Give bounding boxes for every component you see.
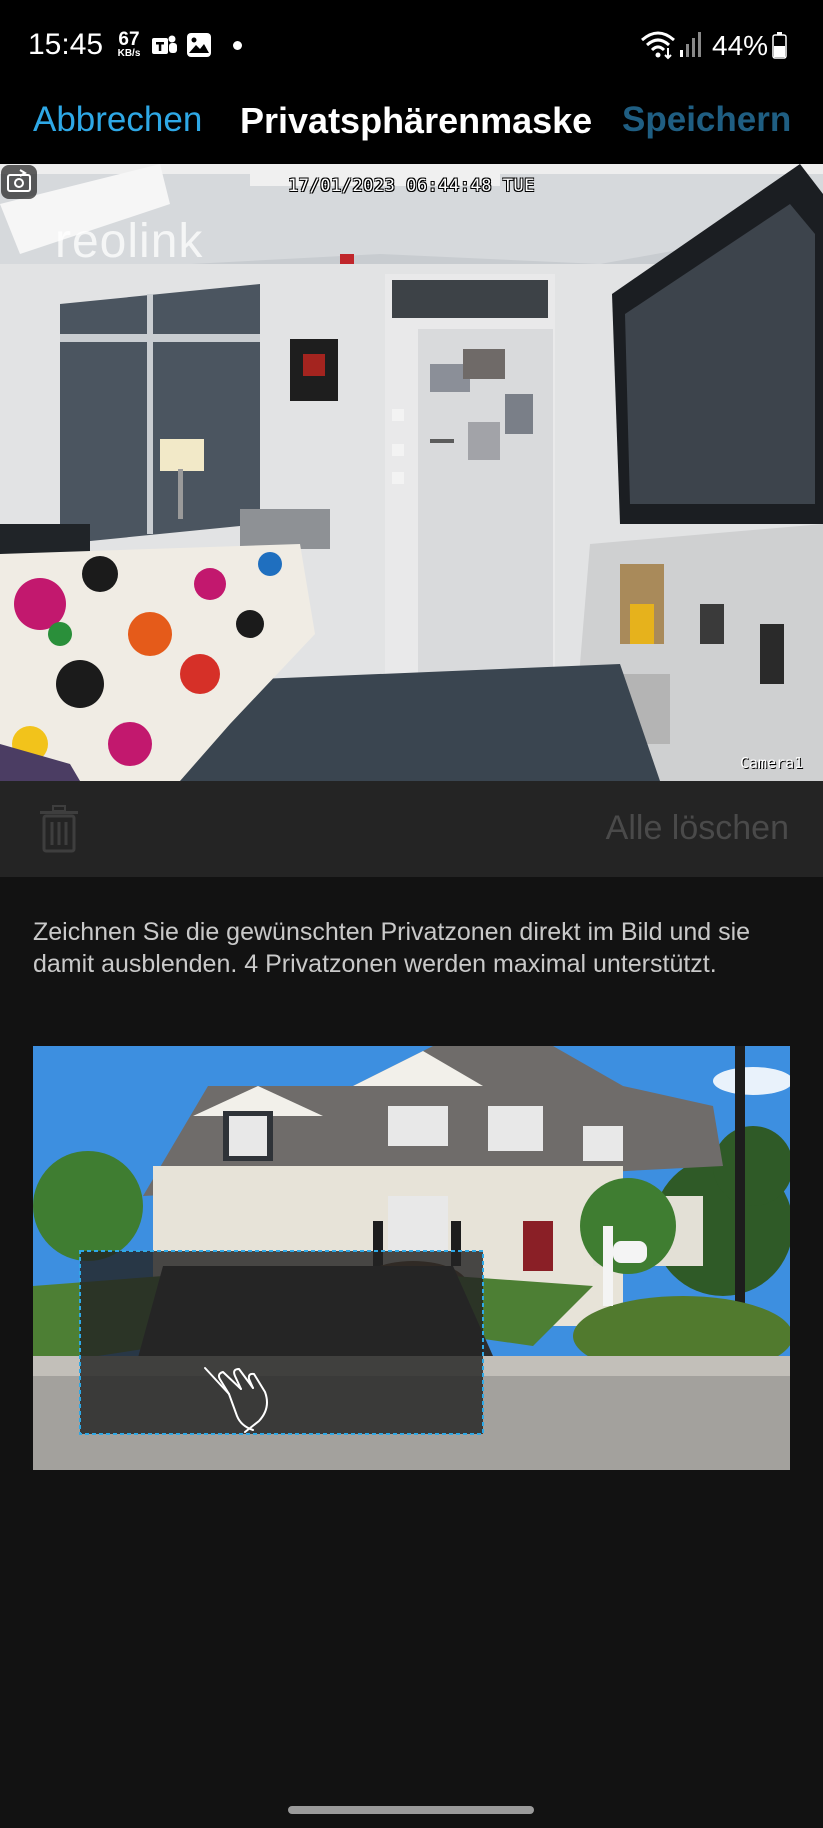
trash-icon[interactable] <box>38 805 80 853</box>
example-illustration <box>33 1046 790 1470</box>
page-title: Privatsphärenmaske <box>240 100 593 141</box>
brand-watermark: reolink <box>55 215 204 268</box>
clear-all-button[interactable]: Alle löschen <box>606 809 789 848</box>
save-button[interactable]: Speichern <box>622 100 791 140</box>
gallery-icon <box>187 33 211 57</box>
signal-icon <box>680 32 701 57</box>
instructions-text: Zeichnen Sie die gewünschten Privatzonen… <box>33 918 751 978</box>
cancel-button[interactable]: Abbrechen <box>33 100 202 140</box>
notification-dot-icon <box>233 41 242 50</box>
status-bar: 15:45 67 KB/s 44% <box>0 0 823 92</box>
camera-switch-icon[interactable] <box>0 164 38 200</box>
teams-icon <box>152 35 177 54</box>
camera-timestamp: 17/01/2023 06:44:48 TUE <box>288 176 535 196</box>
network-speed-value: 67 <box>118 29 140 50</box>
camera-live-view[interactable]: 17/01/2023 06:44:48 TUE reolink Camera1 <box>0 164 823 781</box>
mask-toolbar: Alle löschen <box>0 781 823 877</box>
camera-name-label: Camera1 <box>740 754 804 772</box>
battery-icon <box>772 32 787 59</box>
wifi-icon <box>641 31 675 60</box>
network-speed: 67 KB/s <box>113 30 145 59</box>
home-indicator[interactable] <box>288 1806 534 1814</box>
battery-percent: 44% <box>712 30 769 61</box>
network-speed-unit: KB/s <box>117 48 141 59</box>
status-time: 15:45 <box>28 28 104 61</box>
privacy-zone-rectangle <box>79 1250 484 1435</box>
example-house-image <box>33 1046 790 1470</box>
header-bar: Abbrechen Privatsphärenmaske Speichern <box>0 92 823 164</box>
